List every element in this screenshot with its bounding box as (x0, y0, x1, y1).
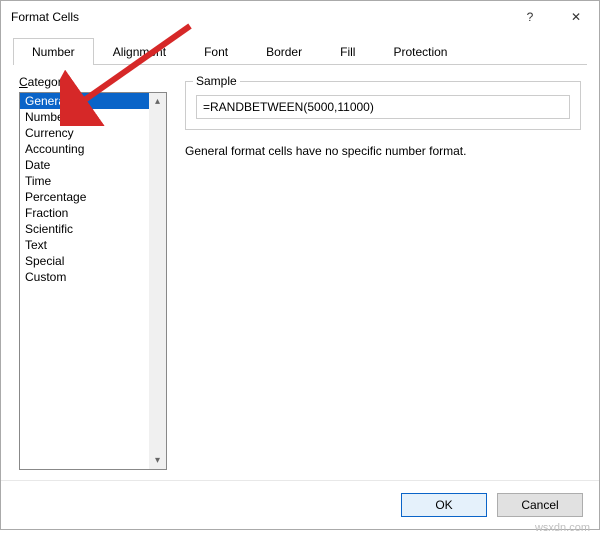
help-button[interactable]: ? (507, 2, 553, 32)
tab-label: Fill (340, 45, 355, 59)
tab-label: Font (204, 45, 228, 59)
listbox-scrollbar[interactable]: ▴ ▾ (149, 93, 166, 469)
tab-font[interactable]: Font (185, 38, 247, 65)
category-column: Category: General Number Currency Accoun… (19, 75, 167, 470)
category-item-special[interactable]: Special (20, 253, 149, 269)
sample-label: Sample (193, 74, 240, 88)
listbox-items: General Number Currency Accounting Date … (20, 93, 149, 469)
tab-protection[interactable]: Protection (374, 38, 466, 65)
category-item-percentage[interactable]: Percentage (20, 189, 149, 205)
tab-label: Number (32, 45, 75, 59)
tab-label: Alignment (113, 45, 166, 59)
titlebar: Format Cells ? ✕ (1, 1, 599, 33)
button-label: OK (435, 498, 452, 512)
sample-groupbox: Sample =RANDBETWEEN(5000,11000) (185, 81, 581, 130)
category-item-fraction[interactable]: Fraction (20, 205, 149, 221)
tab-alignment[interactable]: Alignment (94, 38, 185, 65)
sample-value: =RANDBETWEEN(5000,11000) (196, 95, 570, 119)
category-item-date[interactable]: Date (20, 157, 149, 173)
tab-fill[interactable]: Fill (321, 38, 374, 65)
category-label: Category: (19, 75, 167, 89)
category-listbox[interactable]: General Number Currency Accounting Date … (19, 92, 167, 470)
tab-border[interactable]: Border (247, 38, 321, 65)
close-icon: ✕ (571, 10, 581, 24)
tab-label: Protection (393, 45, 447, 59)
help-icon: ? (527, 10, 534, 24)
category-item-text[interactable]: Text (20, 237, 149, 253)
category-item-custom[interactable]: Custom (20, 269, 149, 285)
scroll-down-icon[interactable]: ▾ (149, 452, 166, 469)
dialog-buttons: OK Cancel (1, 480, 599, 529)
scroll-up-icon[interactable]: ▴ (149, 93, 166, 110)
format-description: General format cells have no specific nu… (185, 144, 581, 158)
cancel-button[interactable]: Cancel (497, 493, 583, 517)
watermark: wsxdn.com (535, 522, 590, 534)
button-label: Cancel (521, 498, 558, 512)
category-item-accounting[interactable]: Accounting (20, 141, 149, 157)
category-item-currency[interactable]: Currency (20, 125, 149, 141)
ok-button[interactable]: OK (401, 493, 487, 517)
content-area: Category: General Number Currency Accoun… (1, 65, 599, 480)
category-item-time[interactable]: Time (20, 173, 149, 189)
tab-label: Border (266, 45, 302, 59)
tabs: Number Alignment Font Border Fill Protec… (13, 37, 587, 65)
detail-column: Sample =RANDBETWEEN(5000,11000) General … (185, 75, 581, 470)
category-item-scientific[interactable]: Scientific (20, 221, 149, 237)
tab-number[interactable]: Number (13, 38, 94, 65)
category-item-general[interactable]: General (20, 93, 149, 109)
dialog-title: Format Cells (11, 10, 507, 24)
close-button[interactable]: ✕ (553, 2, 599, 32)
category-item-number[interactable]: Number (20, 109, 149, 125)
format-cells-dialog: Format Cells ? ✕ Number Alignment Font B… (0, 0, 600, 530)
